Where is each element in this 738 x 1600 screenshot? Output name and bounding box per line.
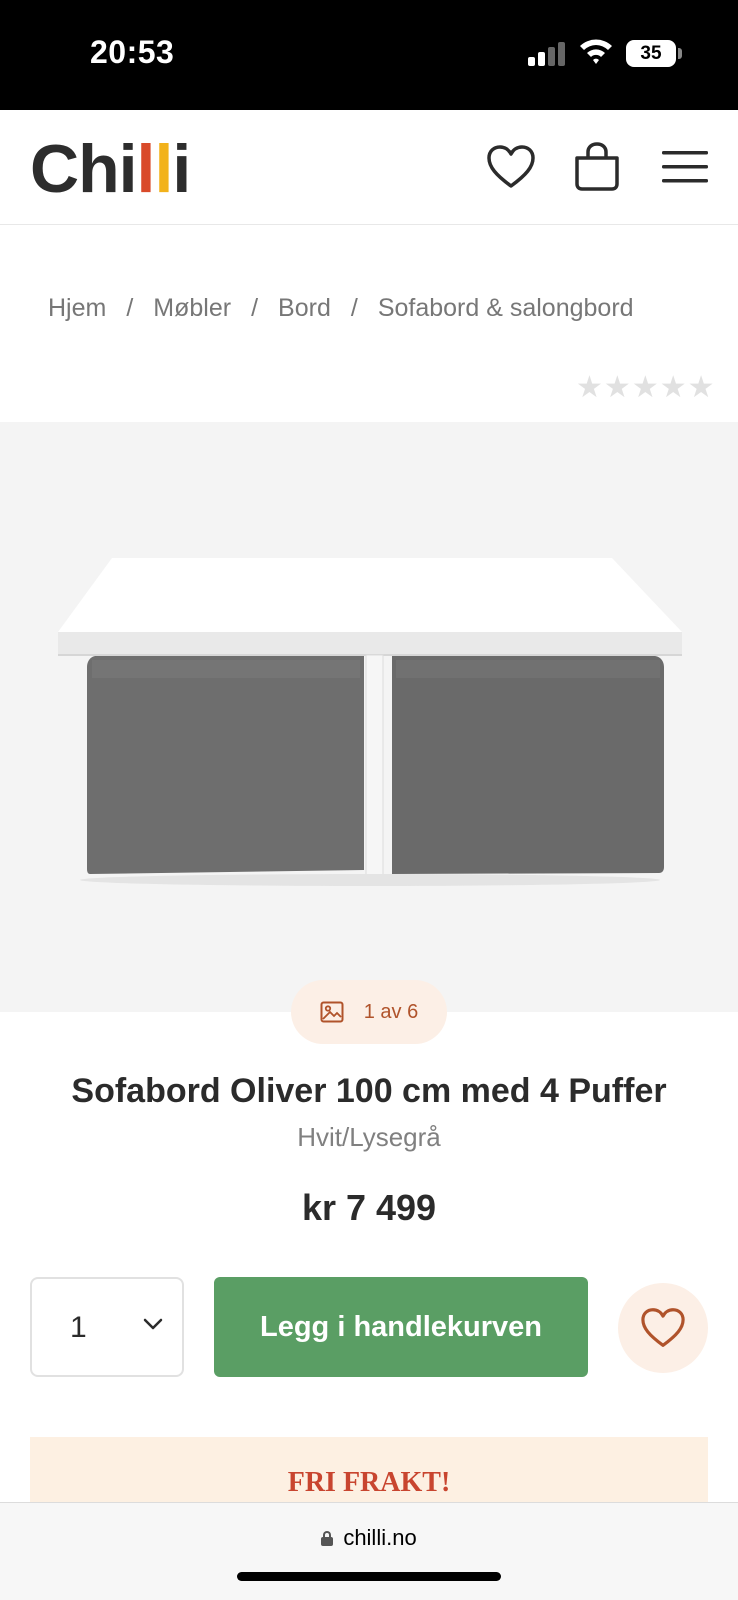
image-counter-text: 1 av 6: [363, 1000, 419, 1023]
free-shipping-text: FRI FRAKT!: [287, 1467, 451, 1498]
breadcrumb: Hjem / Møbler / Bord / Sofabord & salongbord: [48, 294, 634, 323]
star-icon: ★: [576, 371, 604, 404]
menu-icon: [662, 151, 708, 183]
image-icon: [320, 1001, 344, 1023]
battery-tip: [678, 48, 682, 59]
battery-icon: 35: [626, 40, 676, 67]
breadcrumb-separator: /: [350, 294, 358, 322]
status-bar: 20:53 35: [0, 0, 738, 110]
free-shipping-banner: FRI FRAKT!: [30, 1437, 708, 1507]
wishlist-button[interactable]: [484, 140, 538, 194]
chilli-logo[interactable]: Chilli: [30, 130, 191, 208]
quantity-value: 1: [70, 1311, 87, 1344]
rating-stars[interactable]: ★★★★★: [576, 370, 716, 405]
breadcrumb-item-home[interactable]: Hjem: [48, 294, 106, 322]
heart-icon: [487, 145, 535, 188]
product-price: kr 7 499: [301, 1187, 437, 1228]
url-display[interactable]: chilli.no: [0, 1525, 738, 1551]
logo-text-part2: l: [136, 131, 156, 207]
home-indicator[interactable]: [237, 1572, 501, 1581]
star-icon: ★: [603, 371, 632, 404]
logo-text-part4: i: [172, 131, 191, 207]
product-variant: Hvit/Lysegrå: [297, 1122, 441, 1152]
breadcrumb-separator: /: [251, 294, 259, 322]
add-to-cart-label: Legg i handlekurven: [260, 1310, 542, 1343]
image-counter[interactable]: 1 av 6: [291, 980, 447, 1044]
chevron-down-icon: [143, 1318, 163, 1330]
star-icon: ★: [659, 371, 688, 404]
product-image-gallery[interactable]: [0, 422, 738, 1012]
status-time: 20:53: [90, 34, 175, 70]
product-title: Sofabord Oliver 100 cm med 4 Puffer: [71, 1072, 667, 1110]
browser-address-bar[interactable]: chilli.no: [0, 1502, 738, 1600]
wifi-icon: [580, 39, 612, 64]
star-icon: ★: [687, 371, 716, 404]
star-icon: ★: [631, 371, 660, 404]
menu-button[interactable]: [658, 140, 712, 194]
breadcrumb-separator: /: [126, 294, 134, 322]
cart-button[interactable]: [570, 140, 624, 194]
breadcrumb-item-sofabord[interactable]: Sofabord & salongbord: [378, 294, 634, 322]
add-to-cart-button[interactable]: Legg i handlekurven: [214, 1277, 588, 1377]
add-to-wishlist-button[interactable]: [618, 1283, 708, 1373]
breadcrumb-item-mobler[interactable]: Møbler: [153, 294, 231, 322]
breadcrumb-item-bord[interactable]: Bord: [278, 294, 331, 322]
lock-icon: [321, 1531, 334, 1546]
signal-icon: [528, 40, 568, 66]
site-header: Chilli: [0, 110, 738, 225]
logo-text-part3: l: [154, 131, 173, 207]
logo-text-part1: Chi: [30, 131, 138, 207]
shopping-bag-icon: [575, 142, 619, 191]
quantity-select[interactable]: 1: [30, 1277, 184, 1377]
product-image: [58, 558, 682, 886]
url-text: chilli.no: [343, 1525, 417, 1550]
heart-icon: [641, 1308, 685, 1347]
